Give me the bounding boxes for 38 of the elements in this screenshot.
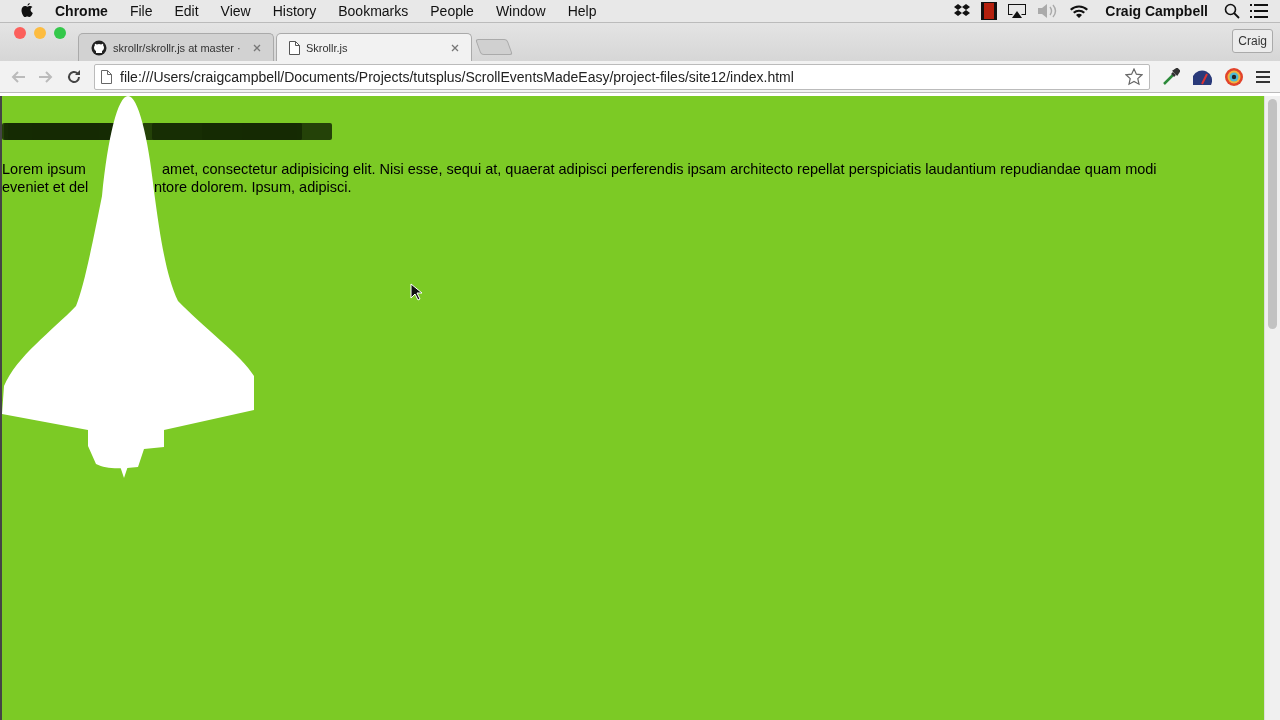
star-icon[interactable] [1125, 67, 1143, 86]
paragraph-text: amet, consectetur adipisicing elit. Nisi esse, sequi at, quaerat adipisci perferendis ipsam architecto repellat perspiciatis laudantium repudiandae quam modi [162, 160, 1157, 178]
browser-tab[interactable]: Skrollr.js [276, 33, 472, 61]
menu-item[interactable]: Help [556, 3, 608, 19]
profile-button[interactable]: Craig [1232, 29, 1273, 53]
browser-tab[interactable]: skrollr/skrollr.js at master · [78, 33, 274, 61]
paragraph-text: ntore dolorem. Ipsum, adipisci. [154, 178, 352, 196]
menu-item[interactable]: History [261, 3, 328, 19]
list-icon[interactable] [1250, 4, 1268, 18]
gauge-icon[interactable] [1192, 67, 1212, 86]
menu-item[interactable]: Edit [163, 3, 210, 19]
airplay-icon[interactable] [1007, 3, 1028, 19]
cursor-icon [410, 283, 422, 301]
menu-item[interactable]: File [118, 3, 164, 19]
user-name[interactable]: Craig Campbell [1105, 3, 1208, 19]
paragraph-text: eveniet et del [2, 178, 90, 196]
app-menu[interactable]: Chrome [44, 3, 119, 19]
document-icon [289, 40, 300, 55]
search-icon[interactable] [1224, 3, 1240, 19]
dropbox-icon[interactable] [953, 3, 972, 19]
scroll-thumb[interactable] [1268, 99, 1277, 329]
eyedropper-icon[interactable] [1162, 67, 1180, 86]
paragraph-text: Lorem ipsum [2, 160, 87, 178]
apple-icon[interactable] [20, 3, 34, 19]
eye-icon[interactable] [1224, 66, 1244, 87]
document-icon [101, 69, 112, 84]
reload-icon[interactable] [66, 68, 82, 85]
menu-item[interactable]: View [209, 3, 262, 19]
menu-item[interactable]: Window [484, 3, 557, 19]
address-bar[interactable]: file:///Users/craigcampbell/Documents/Projects/tutsplus/ScrollEventsMadeEasy/project-files/site12/index.html [94, 63, 1150, 90]
close-icon[interactable] [253, 43, 261, 52]
film-icon[interactable] [981, 2, 998, 20]
menu-icon[interactable] [1256, 70, 1270, 83]
scrollbar[interactable] [1264, 96, 1280, 720]
menu-item[interactable]: Bookmarks [327, 3, 420, 19]
wifi-icon[interactable] [1069, 3, 1090, 19]
menu-item[interactable]: People [419, 3, 485, 19]
close-icon[interactable] [451, 43, 459, 52]
